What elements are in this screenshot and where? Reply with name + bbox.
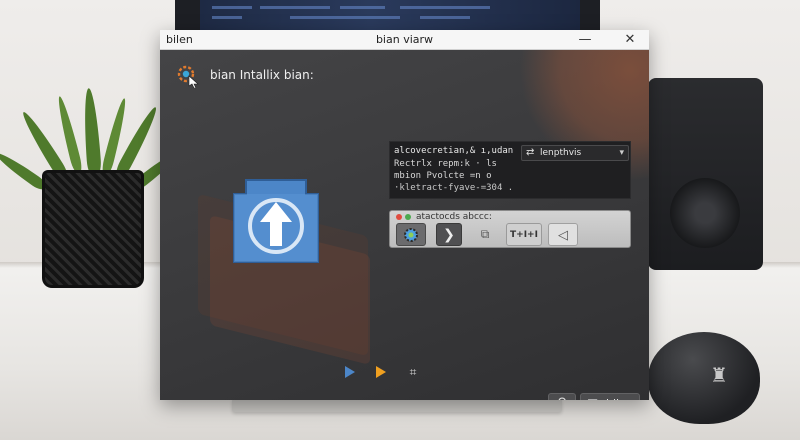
green-dot-icon [405,214,411,220]
next-button[interactable]: ❯ [436,223,462,246]
image-icon: ▣ [587,396,598,400]
info-line-1: alcovecretian,& ı,udan [394,146,514,156]
split-button[interactable]: T+I+I [506,223,542,246]
copy-icon: ⧉ [480,227,490,241]
action-button-label: biian [606,397,633,400]
info-line-3: mbion Pvolcte =n o [394,171,492,181]
background-keyboard [232,398,562,412]
link-icon: ⚲ [557,396,567,400]
toolbar-panel: atactocds abccc: ❯ ⧉ T+I+I ◁ [389,210,631,248]
forward-icon[interactable] [373,364,389,380]
close-button[interactable]: ✕ [617,31,643,49]
gear-icon [404,228,418,242]
link-button[interactable]: ⚲ [548,393,576,400]
background-monitor-screen [200,0,580,34]
minimize-icon: — [578,32,592,47]
frame-icon[interactable]: ⌗ [405,364,421,380]
settings-button[interactable] [396,223,426,246]
info-line-2: Rectrlx repm:k · ls [394,159,497,169]
background-mouse [648,332,760,424]
header-title: bian Intallix bian: [210,68,314,82]
plant-pot [42,170,144,288]
minimize-button[interactable]: — [572,31,598,49]
gear-cursor-icon [177,65,199,88]
upload-arrow-icon [233,179,319,263]
red-dot-icon [396,214,402,220]
chevron-right-icon: ❯ [443,227,455,243]
window-content: bian Intallix bian: alcovecretian,& ı,ud… [160,50,649,400]
background-speaker [648,78,763,270]
chevron-down-icon: ▾ [619,148,624,158]
split-button-label: T+I+I [510,230,538,240]
play-icon[interactable] [342,364,358,380]
info-panel: alcovecretian,& ı,udan Rectrlx repm:k · … [389,141,631,199]
collapse-icon: ◁ [558,228,568,243]
shuffle-icon: ⇄ [526,147,535,158]
view-dropdown[interactable]: ⇄ lenpthvis ▾ [521,145,629,161]
action-button[interactable]: ▣ biian [580,393,640,400]
info-line-4: ·kletract-fyave-=304 . [394,183,514,193]
collapse-button[interactable]: ◁ [548,223,578,246]
app-window: bilen bian viarw — ✕ bian Intallix bian: [160,30,649,400]
close-icon: ✕ [624,32,636,47]
copy-button[interactable]: ⧉ [472,223,498,246]
toolbar-title: atactocds abccc: [416,212,492,222]
dropdown-label: lenpthvis [540,148,582,158]
mouse-logo-icon: ♜ [710,363,728,387]
title-bar: bilen bian viarw — ✕ [160,30,649,50]
